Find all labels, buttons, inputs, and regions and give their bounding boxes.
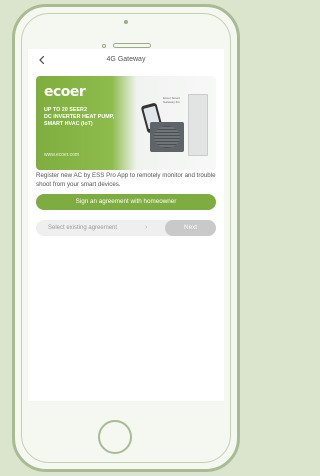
sensor-icon — [102, 44, 106, 48]
chevron-right-icon[interactable]: › — [145, 220, 147, 236]
device-caption: Ecoer Smart Gateway 4G — [163, 96, 180, 104]
banner-url: www.ecoer.com — [44, 152, 80, 158]
home-button[interactable] — [98, 420, 132, 454]
indoor-unit-image — [188, 94, 208, 156]
banner-headline-line: DC INVERTER HEAT PUMP, — [44, 114, 115, 120]
promo-banner: ecoer UP TO 20 SEER2 DC INVERTER HEAT PU… — [36, 76, 216, 170]
banner-headline-line: UP TO 20 SEER2 — [44, 107, 87, 113]
top-bar: 4G Gateway — [28, 49, 224, 71]
select-agreement-label[interactable]: Select existing agreement — [48, 220, 117, 236]
description-text: Register new AC by ESS Pro App to remote… — [36, 172, 216, 188]
camera-icon — [124, 20, 128, 24]
outdoor-unit-image — [150, 122, 184, 152]
fan-grille — [154, 126, 180, 148]
select-agreement-row[interactable]: Select existing agreement › Next — [36, 220, 216, 236]
sign-agreement-button[interactable]: Sign an agreement with homeowner — [36, 194, 216, 210]
app-screen: 4G Gateway ecoer UP TO 20 SEER2 DC INVER… — [28, 49, 224, 401]
brand-logo: ecoer — [44, 84, 86, 100]
page-title: 4G Gateway — [106, 56, 146, 63]
banner-headline-line: SMART HVAC (IoT) — [44, 121, 93, 127]
next-button[interactable]: Next — [165, 220, 216, 236]
speaker-icon — [113, 43, 151, 48]
banner-headline: UP TO 20 SEER2 DC INVERTER HEAT PUMP, SM… — [44, 107, 139, 128]
